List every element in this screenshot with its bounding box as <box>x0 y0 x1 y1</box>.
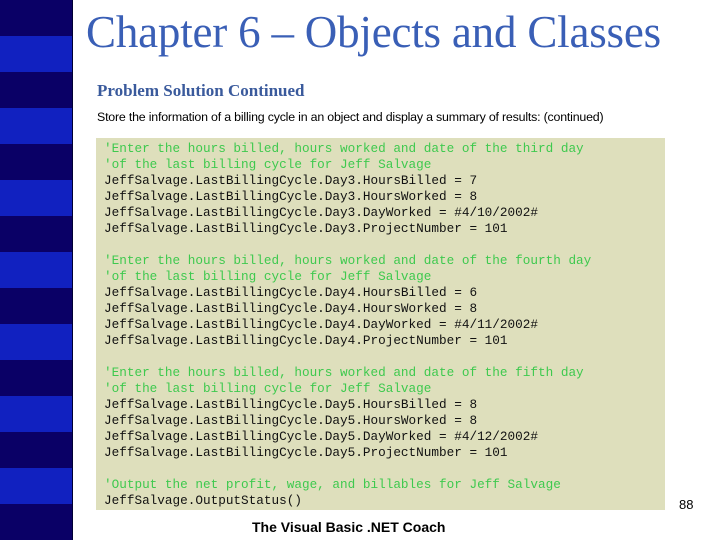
code-block: 'Output the net profit, wage, and billab… <box>104 477 665 509</box>
code-statement-line: JeffSalvage.LastBillingCycle.Day4.Projec… <box>104 333 508 348</box>
page-number: 88 <box>679 497 694 512</box>
sidebar-band <box>0 108 72 144</box>
code-statement-line: JeffSalvage.LastBillingCycle.Day3.DayWor… <box>104 205 538 220</box>
code-comment-line: 'of the last billing cycle for Jeff Salv… <box>104 381 432 396</box>
sidebar-band <box>0 468 72 504</box>
slide-title: Chapter 6 – Objects and Classes <box>86 7 661 57</box>
code-statement-line: JeffSalvage.LastBillingCycle.Day5.HoursW… <box>104 413 478 428</box>
sidebar-band <box>0 72 72 108</box>
code-comment-line: 'Enter the hours billed, hours worked an… <box>104 141 584 156</box>
code-statement-line: JeffSalvage.LastBillingCycle.Day3.HoursB… <box>104 173 478 188</box>
code-statement-line: JeffSalvage.LastBillingCycle.Day5.Projec… <box>104 445 508 460</box>
code-comment-line: 'Output the net profit, wage, and billab… <box>104 477 561 492</box>
sidebar-band <box>0 432 72 468</box>
code-statement-line: JeffSalvage.LastBillingCycle.Day5.DayWor… <box>104 429 538 444</box>
code-block: 'Enter the hours billed, hours worked an… <box>104 141 665 237</box>
code-statement-line: JeffSalvage.LastBillingCycle.Day4.HoursW… <box>104 301 478 316</box>
code-statement-line: JeffSalvage.LastBillingCycle.Day3.Projec… <box>104 221 508 236</box>
code-comment-line: 'of the last billing cycle for Jeff Salv… <box>104 269 432 284</box>
code-block: 'Enter the hours billed, hours worked an… <box>104 365 665 461</box>
code-comment-line: 'Enter the hours billed, hours worked an… <box>104 253 592 268</box>
code-block: 'Enter the hours billed, hours worked an… <box>104 253 665 349</box>
code-statement-line: JeffSalvage.LastBillingCycle.Day3.HoursW… <box>104 189 478 204</box>
sidebar-band <box>0 216 72 252</box>
decorative-sidebar <box>0 0 73 540</box>
sidebar-band <box>0 144 72 180</box>
sidebar-band <box>0 288 72 324</box>
code-listing: 'Enter the hours billed, hours worked an… <box>96 138 665 510</box>
sidebar-band <box>0 324 72 360</box>
sidebar-band <box>0 0 72 36</box>
code-comment-line: 'Enter the hours billed, hours worked an… <box>104 365 584 380</box>
sidebar-band <box>0 180 72 216</box>
slide-description: Store the information of a billing cycle… <box>97 110 604 124</box>
code-statement-line: JeffSalvage.LastBillingCycle.Day5.HoursB… <box>104 397 478 412</box>
sidebar-band <box>0 252 72 288</box>
sidebar-band <box>0 360 72 396</box>
code-comment-line: 'of the last billing cycle for Jeff Salv… <box>104 157 432 172</box>
code-statement-line: JeffSalvage.LastBillingCycle.Day4.HoursB… <box>104 285 478 300</box>
code-statement-line: JeffSalvage.OutputStatus() <box>104 493 302 508</box>
sidebar-band <box>0 396 72 432</box>
sidebar-band <box>0 504 72 540</box>
slide-footer: The Visual Basic .NET Coach <box>252 519 446 535</box>
sidebar-band <box>0 36 72 72</box>
code-statement-line: JeffSalvage.LastBillingCycle.Day4.DayWor… <box>104 317 538 332</box>
slide-subtitle: Problem Solution Continued <box>97 81 305 100</box>
